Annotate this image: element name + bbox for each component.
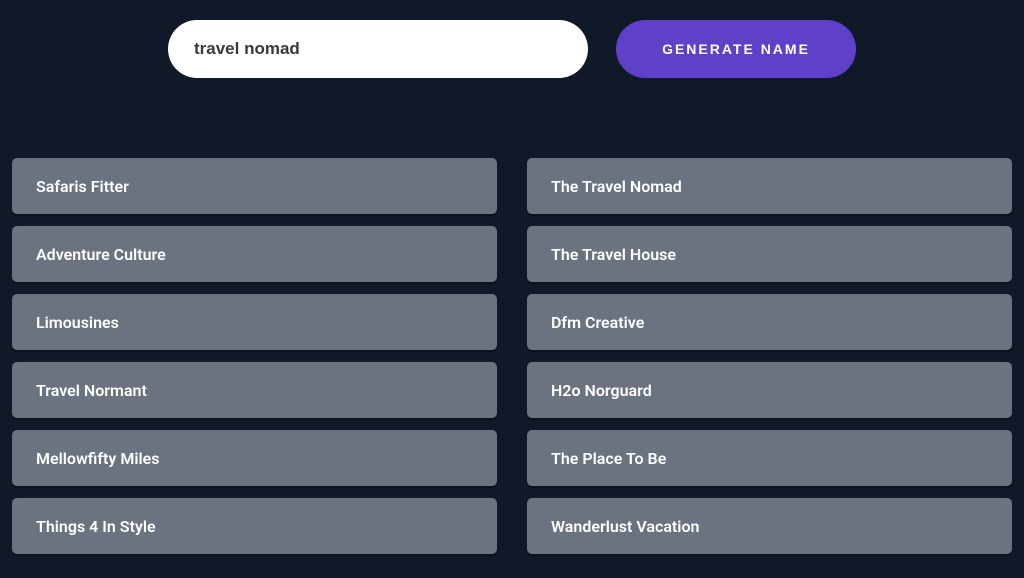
keyword-input[interactable] — [168, 20, 588, 78]
result-card[interactable]: The Travel House — [527, 226, 1012, 282]
result-card[interactable]: Wanderlust Vacation — [527, 498, 1012, 554]
result-card[interactable]: Mellowfifty Miles — [12, 430, 497, 486]
result-card[interactable]: Dfm Creative — [527, 294, 1012, 350]
result-card[interactable]: The Place To Be — [527, 430, 1012, 486]
result-card[interactable]: Safaris Fitter — [12, 158, 497, 214]
results-grid: Safaris Fitter The Travel Nomad Adventur… — [0, 158, 1024, 554]
result-card[interactable]: Limousines — [12, 294, 497, 350]
search-row: GENERATE NAME — [0, 0, 1024, 158]
result-card[interactable]: The Travel Nomad — [527, 158, 1012, 214]
generate-name-button[interactable]: GENERATE NAME — [616, 20, 856, 78]
result-card[interactable]: Travel Normant — [12, 362, 497, 418]
result-card[interactable]: H2o Norguard — [527, 362, 1012, 418]
result-card[interactable]: Things 4 In Style — [12, 498, 497, 554]
result-card[interactable]: Adventure Culture — [12, 226, 497, 282]
